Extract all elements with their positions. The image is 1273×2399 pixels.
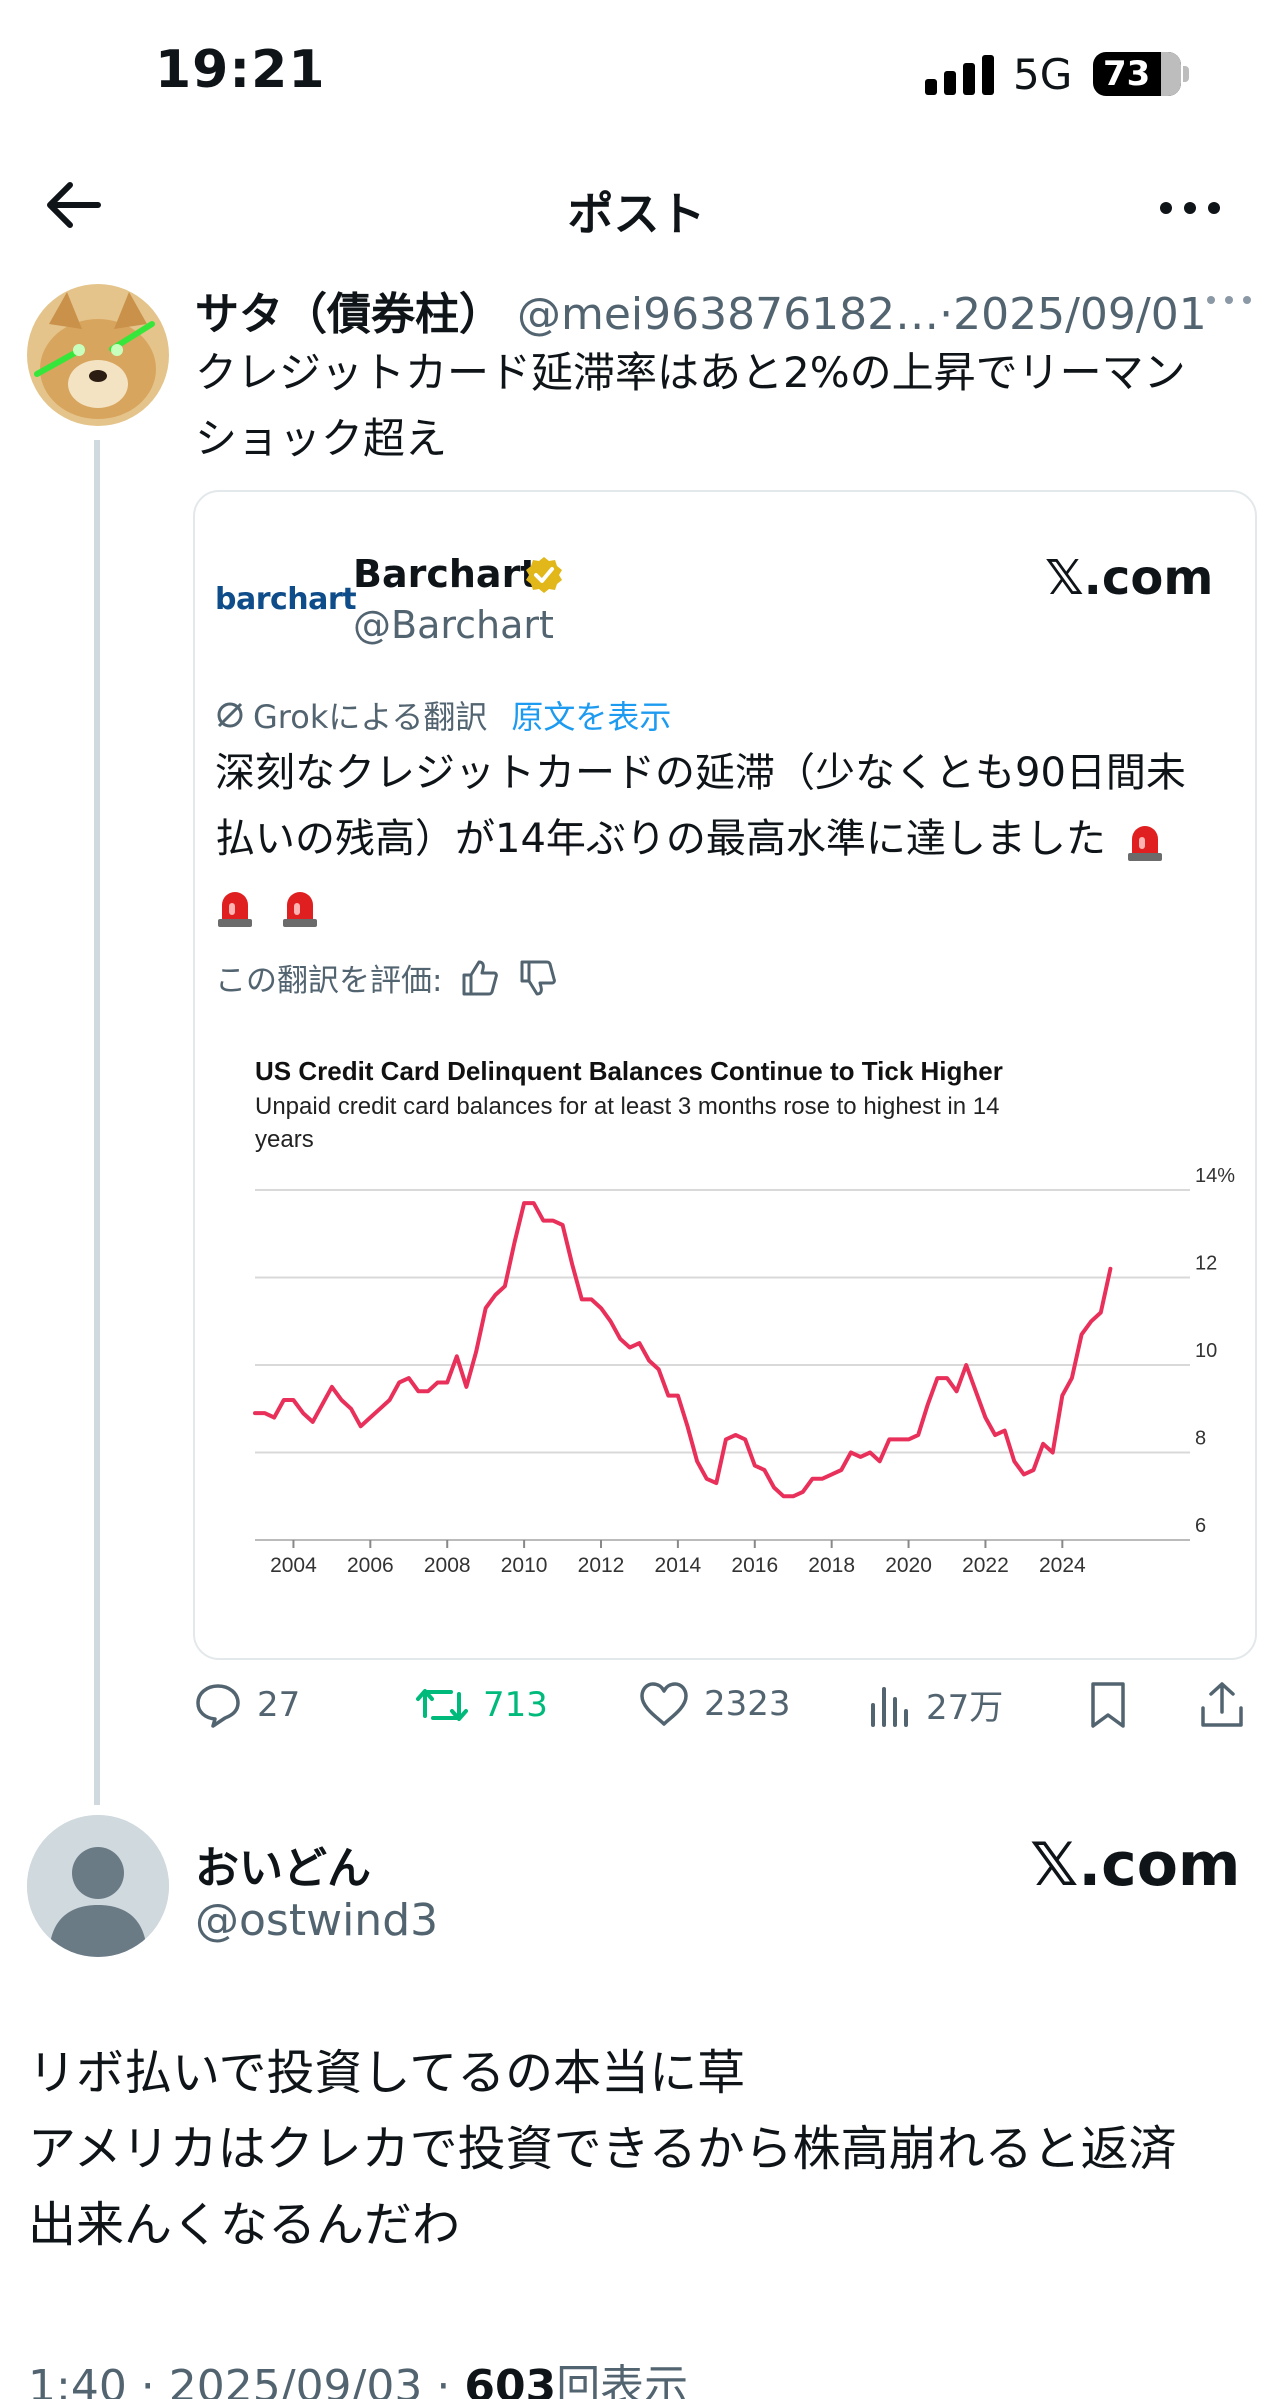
chart-subtitle: Unpaid credit card balances for at least…	[255, 1093, 999, 1120]
siren-emoji-icon	[1127, 826, 1162, 861]
battery-nub	[1183, 66, 1189, 82]
status-time: 19:21	[155, 40, 326, 100]
show-original-link[interactable]: 原文を表示	[511, 692, 671, 738]
grok-icon	[217, 702, 243, 728]
repost-button[interactable]: 713	[415, 1680, 548, 1730]
post-text: リボ払いで投資してるの本当に草 アメリカはクレカで投資できるから株高崩れると返済…	[28, 2035, 1248, 2263]
y-tick-label: 10	[1195, 1340, 1217, 1362]
x-tick-label: 2020	[885, 1554, 932, 1577]
post-timestamp: 1:40 · 2025/09/03 ·	[28, 2361, 465, 2399]
x-tick-label: 2018	[808, 1554, 855, 1577]
x-tick-label: 2006	[347, 1554, 394, 1577]
x-tick-label: 2016	[731, 1554, 778, 1577]
post-text-line: 出来んくなるんだわ	[28, 2197, 461, 2253]
rate-label: この翻訳を評価:	[215, 963, 443, 999]
quoted-text-line: 深刻なクレジットカードの延滞（少なくとも90日間未	[215, 750, 1186, 796]
post-text-line: リボ払いで投資してるの本当に草	[28, 2045, 746, 2101]
bookmark-button[interactable]	[1088, 1680, 1128, 1730]
translation-rating-row: この翻訳を評価:	[215, 955, 558, 1000]
bookmark-icon	[1091, 1682, 1125, 1728]
views-count: 27万	[926, 1688, 1004, 1728]
x-tick-label: 2008	[424, 1554, 471, 1577]
separator: ·	[939, 289, 954, 340]
repost-icon	[416, 1689, 468, 1721]
reply-icon	[196, 1684, 240, 1728]
thumbs-up-icon[interactable]	[460, 959, 500, 997]
post-actions: 27 713 2323 27万	[193, 1680, 1273, 1750]
barchart-logo: barchart	[215, 582, 357, 617]
quoted-author-handle[interactable]: @Barchart	[353, 603, 554, 647]
signal-icon	[925, 55, 994, 95]
x-tick-label: 2012	[578, 1554, 625, 1577]
more-options-icon[interactable]	[1150, 178, 1230, 238]
x-tick-label: 2014	[655, 1554, 702, 1577]
battery-level: 73	[1103, 54, 1151, 94]
avatar[interactable]	[27, 1815, 169, 1957]
y-tick-label: 14%	[1195, 1165, 1235, 1187]
share-button[interactable]	[1198, 1680, 1246, 1730]
quoted-post-text: 深刻なクレジットカードの延滞（少なくとも90日間未 払いの残高）が14年ぶりの最…	[215, 740, 1245, 938]
x-tick-label: 2004	[270, 1554, 317, 1577]
avatar[interactable]	[27, 284, 169, 426]
post-header: サタ（債券柱） @mei963876182…·2025/09/01	[195, 278, 1207, 342]
post-text-line: アメリカはクレカで投資できるから株高崩れると返済	[28, 2121, 1177, 2177]
delinquency-line-chart: US Credit Card Delinquent Balances Conti…	[253, 1056, 1235, 1577]
share-icon	[1201, 1682, 1243, 1727]
post-text-line: ショック超え	[195, 414, 448, 463]
thumbs-down-icon[interactable]	[518, 959, 558, 997]
author-handle[interactable]: @ostwind3	[195, 1895, 438, 1946]
author-name[interactable]: サタ（債券柱）	[195, 289, 503, 340]
heart-icon	[640, 1682, 688, 1726]
like-count: 2323	[704, 1684, 791, 1724]
siren-emoji-icon	[282, 892, 317, 927]
x-tick-label: 2010	[501, 1554, 548, 1577]
reply-button[interactable]: 27	[193, 1680, 300, 1730]
post-more-icon[interactable]	[1205, 290, 1253, 314]
reply-count: 27	[257, 1685, 301, 1725]
repost-count: 713	[483, 1685, 548, 1725]
y-tick-label: 12	[1195, 1253, 1217, 1275]
x-tick-label: 2022	[962, 1554, 1009, 1577]
page-title: ポスト	[567, 187, 706, 241]
author-handle[interactable]: @mei963876182…	[517, 289, 939, 340]
chart-subtitle: years	[255, 1126, 314, 1153]
battery-icon: 73	[1093, 52, 1181, 96]
view-label: 回表示	[556, 2361, 689, 2399]
view-count: 603	[464, 2361, 557, 2399]
grok-label: Grokによる翻訳	[253, 698, 488, 736]
grok-translation-row: Grokによる翻訳 原文を表示	[215, 692, 671, 738]
views-button[interactable]: 27万	[868, 1680, 1003, 1729]
post-date[interactable]: 2025/09/01	[953, 289, 1207, 340]
x-logo: 𝕏.com	[1030, 1830, 1241, 1900]
post-text-line: クレジットカード延滞率はあと2%の上昇でリーマン	[195, 348, 1186, 397]
chart-title: US Credit Card Delinquent Balances Conti…	[255, 1056, 1003, 1086]
x-tick-label: 2024	[1039, 1554, 1086, 1577]
quoted-author-name[interactable]: Barchart	[353, 552, 538, 596]
y-tick-label: 6	[1195, 1515, 1206, 1537]
thread-line	[94, 440, 100, 1805]
post-meta: 1:40 · 2025/09/03 · 603回表示	[28, 2350, 688, 2399]
views-chart-icon	[871, 1686, 908, 1727]
like-button[interactable]: 2323	[638, 1680, 791, 1728]
author-name[interactable]: おいどん	[195, 1832, 371, 1896]
network-type: 5G	[1013, 50, 1073, 99]
post-text: クレジットカード延滞率はあと2%の上昇でリーマン ショック超え	[195, 340, 1255, 472]
verified-badge-icon	[524, 555, 564, 595]
siren-emoji-icon	[218, 892, 252, 927]
y-tick-label: 8	[1195, 1428, 1206, 1450]
x-logo: 𝕏.com	[1045, 550, 1214, 606]
quoted-text-line: 払いの残高）が14年ぶりの最高水準に達しました	[215, 816, 1106, 862]
